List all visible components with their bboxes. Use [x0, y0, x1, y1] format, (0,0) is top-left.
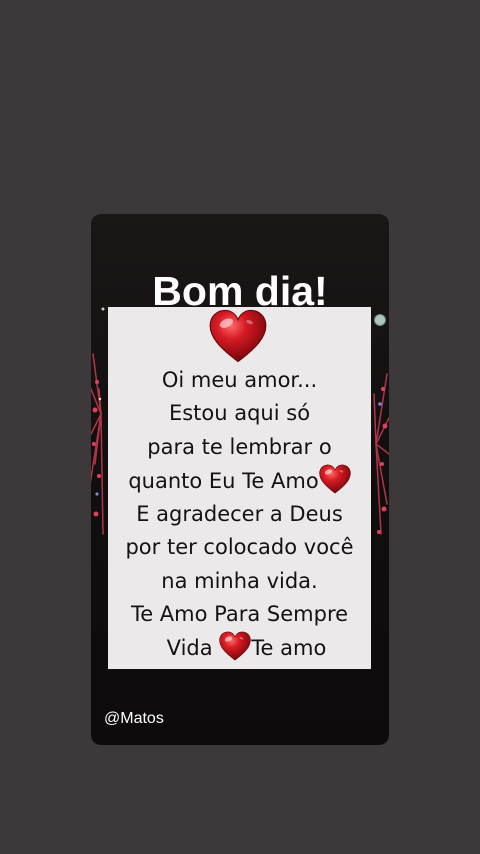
heart-icon	[319, 464, 351, 494]
heart-icon	[219, 631, 251, 661]
message-line: por ter colocado você	[125, 535, 354, 560]
message-line-with-heart: quanto Eu Te Amo	[108, 464, 371, 498]
message-line-text: quanto Eu Te Amo	[128, 468, 319, 493]
right-firework	[373, 373, 389, 535]
message-line-text: Te amo	[251, 636, 327, 661]
message-line: E agradecer a Deus	[136, 502, 343, 527]
message-note: Oi meu amor... Estou aqui só para te lem…	[108, 307, 371, 669]
author-watermark: @Matos	[104, 710, 164, 727]
message-line: para te lembrar o	[147, 434, 332, 459]
love-message: Oi meu amor... Estou aqui só para te lem…	[108, 364, 371, 666]
heart-icon	[209, 309, 267, 363]
story-card: Bom dia! Oi meu amor... Estou aqui só pa…	[91, 214, 389, 745]
decorative-dot	[374, 314, 386, 326]
message-line: Te Amo Para Sempre	[130, 602, 349, 627]
message-line: Estou aqui só	[168, 401, 311, 426]
message-line-text: Vida	[166, 636, 213, 661]
message-line-last: Vida Te amo	[108, 631, 371, 665]
message-line: na minha vida.	[161, 568, 318, 593]
message-line: Oi meu amor...	[161, 368, 318, 392]
